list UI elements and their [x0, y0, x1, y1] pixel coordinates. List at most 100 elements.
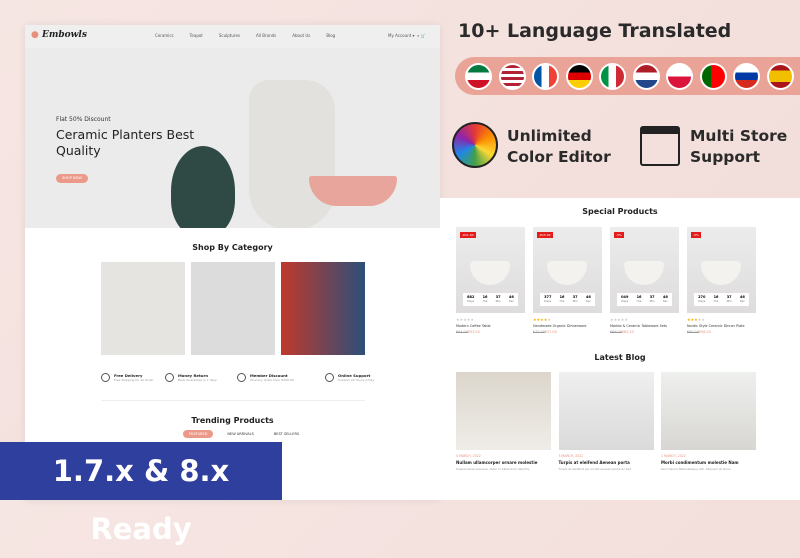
my-account-link[interactable]: My Account ▾ ⌕ 🛒	[388, 33, 426, 38]
old-price: €66.00	[610, 330, 622, 334]
discount-icon	[237, 373, 246, 382]
nav-item-all-brands[interactable]: All Brands	[256, 33, 276, 38]
flag-germany-icon[interactable]	[565, 63, 593, 90]
countdown-label: Hrs	[482, 299, 488, 303]
flag-russia-icon[interactable]	[733, 63, 760, 90]
countdown-timer: 049 Days 16 Hrs 37 Min 46 Sec	[617, 293, 672, 306]
nav-item-blog[interactable]: Blog	[326, 33, 335, 38]
cart-icon[interactable]: 🛒	[421, 33, 426, 38]
feature-text: Online Support Support 24 Hours A Day	[338, 373, 374, 382]
flag-italy-icon[interactable]	[599, 63, 626, 90]
nav-item-ceramics[interactable]: Ceramics	[155, 33, 174, 38]
old-price: €72.00	[533, 330, 545, 334]
product-name[interactable]: Modern Coffee Table	[456, 324, 525, 328]
product-image[interactable]: -€15.00 377 Days 16 Hrs 37 Min 46 Sec	[533, 227, 602, 313]
logo-text: Embowls	[42, 30, 87, 40]
product-card[interactable]: -5% 270 Days 16 Hrs 37 Min 46 Sec ★★★★★ Nordic Sty…	[687, 227, 756, 334]
countdown-unit: 46 Sec	[740, 295, 745, 306]
countdown-label: Days	[621, 299, 629, 303]
product-card[interactable]: -€15.00 377 Days 16 Hrs 37 Min 46 Sec ★★★★★ Handma…	[533, 227, 602, 334]
product-price: €64.00€53.00	[456, 330, 525, 334]
site-header: ● Embowls Ceramics Teapot Sculptures All Br…	[25, 25, 440, 48]
blog-title[interactable]: Turpis at eleifend Aenean porta	[559, 460, 654, 465]
rating-stars: ★★★★★	[610, 317, 628, 322]
countdown-unit: 049 Days	[621, 295, 628, 306]
product-name[interactable]: Nordic Style Ceramic Dinner Plate	[687, 324, 756, 328]
shop-now-button[interactable]: SHOP NOW	[56, 174, 88, 183]
feature-item: Member Discount Onevery Order Over €300.0…	[237, 373, 294, 382]
product-card[interactable]: -€11.00 882 Days 16 Hrs 37 Min 46 Sec ★★★★★ Modern…	[456, 227, 525, 334]
blog-image[interactable]	[456, 372, 551, 450]
countdown-label: Sec	[508, 299, 514, 303]
tab-featured[interactable]: FEATURED	[183, 430, 214, 438]
countdown-label: Min	[649, 299, 655, 303]
account-label: My Account	[388, 33, 412, 38]
feature-item: Online Support Support 24 Hours A Day	[325, 373, 374, 382]
rating-stars: ★★★★★	[456, 317, 474, 322]
flag-spain-icon[interactable]	[766, 63, 794, 90]
sale-price: €53.00	[467, 330, 480, 334]
countdown-label: Min	[495, 299, 501, 303]
flag-poland-icon[interactable]	[666, 63, 693, 90]
color-wheel-icon	[452, 122, 498, 168]
money-return-icon	[165, 373, 174, 382]
blog-excerpt: Suspendisse posuere, diam in bibendum lo…	[456, 467, 531, 471]
category-image[interactable]	[101, 262, 185, 355]
flag-portugal-icon[interactable]	[699, 63, 727, 90]
product-image[interactable]: -5% 270 Days 16 Hrs 37 Min 46 Sec	[687, 227, 756, 313]
countdown-timer: 882 Days 16 Hrs 37 Min 46 Sec	[463, 293, 518, 306]
blog-card[interactable]: 1 MARCH, 2022 Morbi condimentum molestie …	[661, 372, 756, 471]
blog-date: 5 MARCH, 2022	[456, 454, 481, 458]
countdown-label: Sec	[585, 299, 591, 303]
product-name[interactable]: Handmade Organic Dinnerware	[533, 324, 602, 328]
nav-item-about-us[interactable]: About Us	[292, 33, 310, 38]
flag-usa-icon[interactable]	[498, 63, 526, 90]
tab-new-arrivals[interactable]: NEW ARRIVALS	[221, 430, 259, 438]
product-name[interactable]: Marble & Ceramic Tableware Sets	[610, 324, 679, 328]
blog-card[interactable]: 5 MARCH, 2022 Nullam ullamcorper ornare m…	[456, 372, 551, 471]
category-image[interactable]	[281, 262, 365, 355]
product-shape	[470, 261, 510, 285]
product-price: €66.00€62.20	[610, 330, 679, 334]
countdown-label: Sec	[739, 299, 745, 303]
blog-date: 1 MARCH, 2022	[661, 454, 686, 458]
blog-image[interactable]	[558, 372, 654, 450]
flag-kuwait-icon[interactable]	[465, 63, 492, 90]
product-image[interactable]: -5% 049 Days 16 Hrs 37 Min 46 Sec	[610, 227, 679, 313]
version-ready-badge: 1.7.x & 8.x Ready	[0, 442, 282, 546]
nav-item-teapot[interactable]: Teapot	[190, 33, 203, 38]
latest-blog-title: Latest Blog	[594, 353, 646, 362]
flag-france-icon[interactable]	[532, 63, 559, 90]
product-shape	[624, 261, 664, 285]
blog-image[interactable]	[661, 372, 756, 450]
countdown-unit: 16 Hrs	[483, 295, 488, 306]
blog-card[interactable]: 3 MARCH, 2022 Turpis at eleifend Aenean p…	[558, 372, 654, 471]
rating-stars: ★★★★★	[533, 317, 551, 322]
feature-text: Free Delivery Free Shipping for all Order	[114, 373, 153, 382]
countdown-label: Hrs	[636, 299, 642, 303]
product-price: €60.00€58.20	[687, 330, 756, 334]
discount-badge: -€11.00	[460, 232, 476, 238]
search-icon[interactable]: ⌕	[417, 33, 419, 38]
product-card[interactable]: -5% 049 Days 16 Hrs 37 Min 46 Sec ★★★★★ Marble & C…	[610, 227, 679, 334]
countdown-label: Sec	[662, 299, 668, 303]
countdown-timer: 270 Days 16 Hrs 37 Min 46 Sec	[694, 293, 749, 306]
nav-item-sculptures[interactable]: Sculptures	[219, 33, 240, 38]
site-logo[interactable]: ● Embowls	[31, 30, 87, 40]
flag-netherlands-icon[interactable]	[632, 63, 660, 90]
blog-title[interactable]: Morbi condimentum molestie Nam	[661, 460, 756, 465]
category-image[interactable]	[191, 262, 275, 355]
countdown-unit: 37 Min	[573, 295, 578, 306]
trending-tabs: FEATURED NEW ARRIVALS BEST SELLERS	[183, 430, 305, 438]
product-image[interactable]: -€11.00 882 Days 16 Hrs 37 Min 46 Sec	[456, 227, 525, 313]
truck-icon	[101, 373, 110, 382]
shop-by-category-title: Shop By Category	[192, 243, 273, 252]
blog-excerpt: Sed mauris Pellentesque elit. Aliquam at…	[661, 467, 731, 471]
main-nav: Ceramics Teapot Sculptures All Brands About …	[155, 33, 335, 38]
discount-badge: -5%	[614, 232, 624, 238]
countdown-unit: 270 Days	[698, 295, 705, 306]
tab-best-sellers[interactable]: BEST SELLERS	[268, 430, 305, 438]
blog-title[interactable]: Nullam ullamcorper ornare molestie	[456, 460, 551, 465]
sale-price: €58.20	[698, 330, 711, 334]
color-editor-label: Unlimited Color Editor	[507, 127, 611, 166]
